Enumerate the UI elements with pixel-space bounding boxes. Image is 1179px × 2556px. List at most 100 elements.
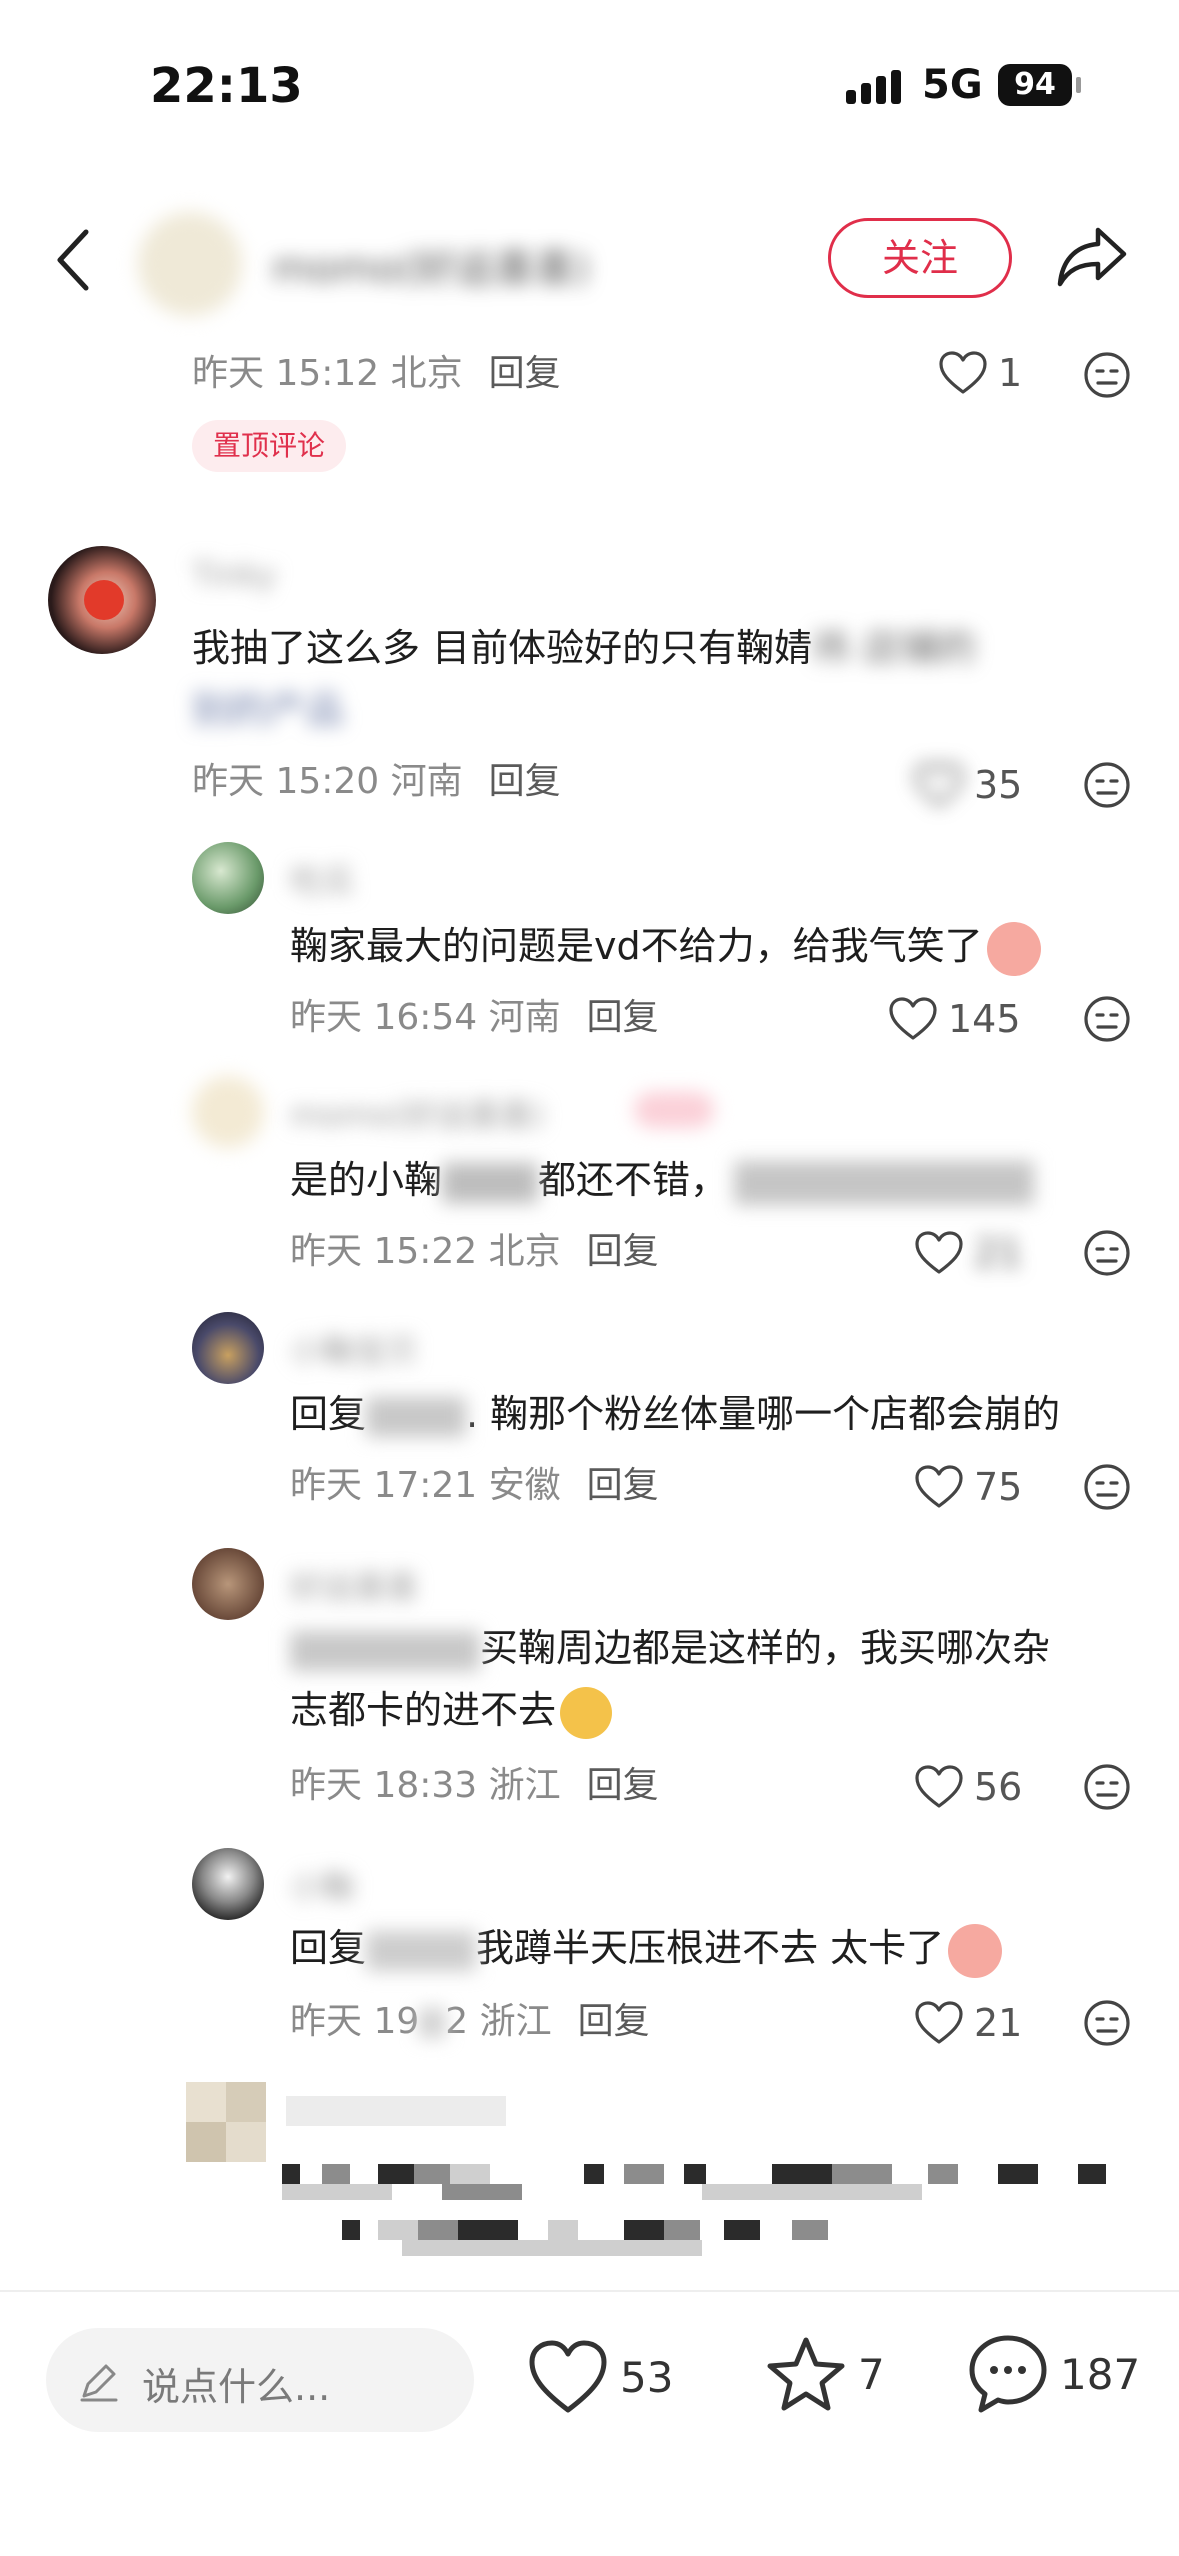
comment-time: 昨天 15:20 河南	[192, 761, 463, 802]
battery-level: 94	[1014, 67, 1056, 102]
post-comment-button[interactable]: 187	[966, 2332, 1140, 2416]
avatar[interactable]	[192, 1312, 264, 1384]
author-badge	[634, 1092, 714, 1128]
pinned-reply-button[interactable]: 回复	[489, 353, 561, 394]
comment-text-blurred	[366, 1396, 467, 1437]
heart-icon	[889, 997, 937, 1040]
comment-input[interactable]: 说点什么...	[46, 2328, 474, 2432]
heart-icon	[915, 1765, 963, 1808]
comment-time-b: 2 浙江	[445, 2001, 552, 2042]
dislike-icon[interactable]	[1082, 1462, 1132, 1516]
pencil-icon	[80, 2364, 118, 2402]
comment-text-line1: 买鞠周边都是这样的，我买哪次杂	[480, 1626, 1051, 1670]
comment-text-blurred	[366, 1930, 477, 1971]
crying-emoji-icon	[986, 921, 1041, 976]
back-button[interactable]	[52, 226, 92, 298]
reply-button[interactable]: 回复	[587, 997, 659, 1038]
reply-button[interactable]: 回复	[578, 2001, 650, 2042]
post-star-count: 7	[858, 2349, 885, 2399]
like-button[interactable]: 145	[888, 996, 1021, 1042]
like-count: 75	[974, 1465, 1023, 1509]
dislike-icon[interactable]	[1082, 760, 1132, 814]
commenter-name[interactable]: 吃瓜	[290, 856, 354, 902]
comment-time: 昨天 18:33 浙江	[290, 1765, 561, 1806]
sweat-emoji-icon	[560, 1686, 613, 1739]
comment-time: 昨天 17:21 安徽	[290, 1465, 561, 1506]
battery-tip-icon	[1076, 77, 1081, 93]
comment-text-line2-wrap: 志都卡的进不去	[290, 1680, 613, 1740]
comment-text-b: 都还不错，	[538, 1158, 729, 1202]
avatar[interactable]	[192, 1848, 264, 1920]
heart-icon	[915, 1465, 963, 1508]
pixelated-comment-text	[282, 2164, 1122, 2264]
like-button[interactable]: 21	[914, 1230, 1022, 1276]
avatar[interactable]	[48, 546, 156, 654]
comment-time: 昨天 16:54 河南	[290, 997, 561, 1038]
dislike-icon[interactable]	[1082, 1762, 1132, 1816]
avatar[interactable]	[192, 842, 264, 914]
comment-text-a: 回复	[290, 1926, 367, 1970]
comment-text: 回复 我蹲半天压根进不去 太卡了	[290, 1918, 1003, 1978]
dislike-icon[interactable]	[1082, 350, 1132, 404]
author-avatar[interactable]	[138, 212, 242, 316]
battery-icon: 94	[998, 64, 1072, 106]
dislike-icon[interactable]	[1082, 1228, 1132, 1282]
comment-time: 昨天 15:22 北京	[290, 1231, 561, 1272]
like-button[interactable]: 75	[914, 1464, 1022, 1510]
pinned-like-button[interactable]: 1	[938, 350, 1022, 396]
comment-text-line2: 别的产品	[192, 688, 345, 732]
pinned-comment-meta: 昨天 15:12 北京 回复	[192, 352, 561, 396]
star-icon	[767, 2337, 845, 2411]
heart-icon	[915, 2001, 963, 2044]
like-count: 21	[974, 1231, 1023, 1275]
comment-text: 回复 . 鞠那个粉丝体量哪一个店都会崩的	[290, 1384, 1060, 1444]
comment-text-b: 我蹲半天压根进不去 太卡了	[476, 1926, 945, 1970]
comment-bubble-icon	[969, 2335, 1047, 2413]
avatar[interactable]	[192, 1548, 264, 1620]
status-time: 22:13	[150, 58, 303, 114]
post-star-button[interactable]: 7	[764, 2334, 885, 2414]
like-count: 35	[974, 763, 1023, 807]
post-comment-count: 187	[1060, 2349, 1141, 2399]
reply-button[interactable]: 回复	[587, 1231, 659, 1272]
pixelated-avatar	[186, 2082, 266, 2162]
pixelated-name	[286, 2096, 506, 2126]
reply-button[interactable]: 回复	[489, 761, 561, 802]
follow-button[interactable]: 关注	[828, 218, 1012, 298]
commenter-name[interactable]: 好运喜喜	[290, 1562, 418, 1608]
reply-button[interactable]: 回复	[587, 1465, 659, 1506]
pinned-like-count: 1	[998, 351, 1023, 395]
commenter-name[interactable]: 小鞠宝贝	[290, 1326, 418, 1372]
comment-text: 是的小鞠 都还不错，	[290, 1150, 1035, 1210]
network-label: 5G	[922, 62, 983, 108]
comment-text: 鞠家最大的问题是vd不给力，给我气笑了	[290, 916, 1041, 976]
commenter-name[interactable]: momo(好运喜喜)	[290, 1090, 544, 1136]
heart-icon	[915, 763, 963, 806]
dislike-icon[interactable]	[1082, 994, 1132, 1048]
comment-text-a: 是的小鞠	[290, 1158, 443, 1202]
post-like-button[interactable]: 53	[526, 2338, 673, 2416]
like-button[interactable]: 35	[914, 762, 1022, 808]
dislike-icon[interactable]	[1082, 1998, 1132, 2052]
author-name[interactable]: momo(好运喜喜)	[272, 236, 590, 294]
comment-time-a: 昨天 19	[290, 2001, 420, 2042]
pinned-tag-label: 置顶评论	[212, 429, 325, 462]
signal-icon	[846, 68, 904, 112]
commenter-name[interactable]: 小鞠	[290, 1862, 354, 1908]
like-button[interactable]: 21	[914, 2000, 1022, 2046]
bottom-bar-divider	[0, 2290, 1179, 2292]
like-count: 21	[974, 2001, 1023, 2045]
share-icon[interactable]	[1056, 222, 1130, 296]
reply-button[interactable]: 回复	[587, 1765, 659, 1806]
comment-meta: 昨天 19 2 浙江 回复	[290, 2000, 650, 2044]
like-button[interactable]: 56	[914, 1764, 1022, 1810]
comment-text: 我抽了这么多 目前体验好的只有鞠婧祎 店铺的	[192, 618, 976, 678]
comment-meta: 昨天 15:22 北京 回复	[290, 1230, 659, 1274]
commenter-name[interactable]: Tinky	[192, 556, 276, 594]
comment-meta: 昨天 17:21 安徽 回复	[290, 1464, 659, 1508]
like-count: 145	[948, 997, 1021, 1041]
avatar[interactable]	[192, 1076, 264, 1148]
comment-text-blurred	[734, 1160, 1035, 1205]
comment-text-line2: 志都卡的进不去	[290, 1688, 557, 1732]
comment-meta: 昨天 18:33 浙江 回复	[290, 1764, 659, 1808]
